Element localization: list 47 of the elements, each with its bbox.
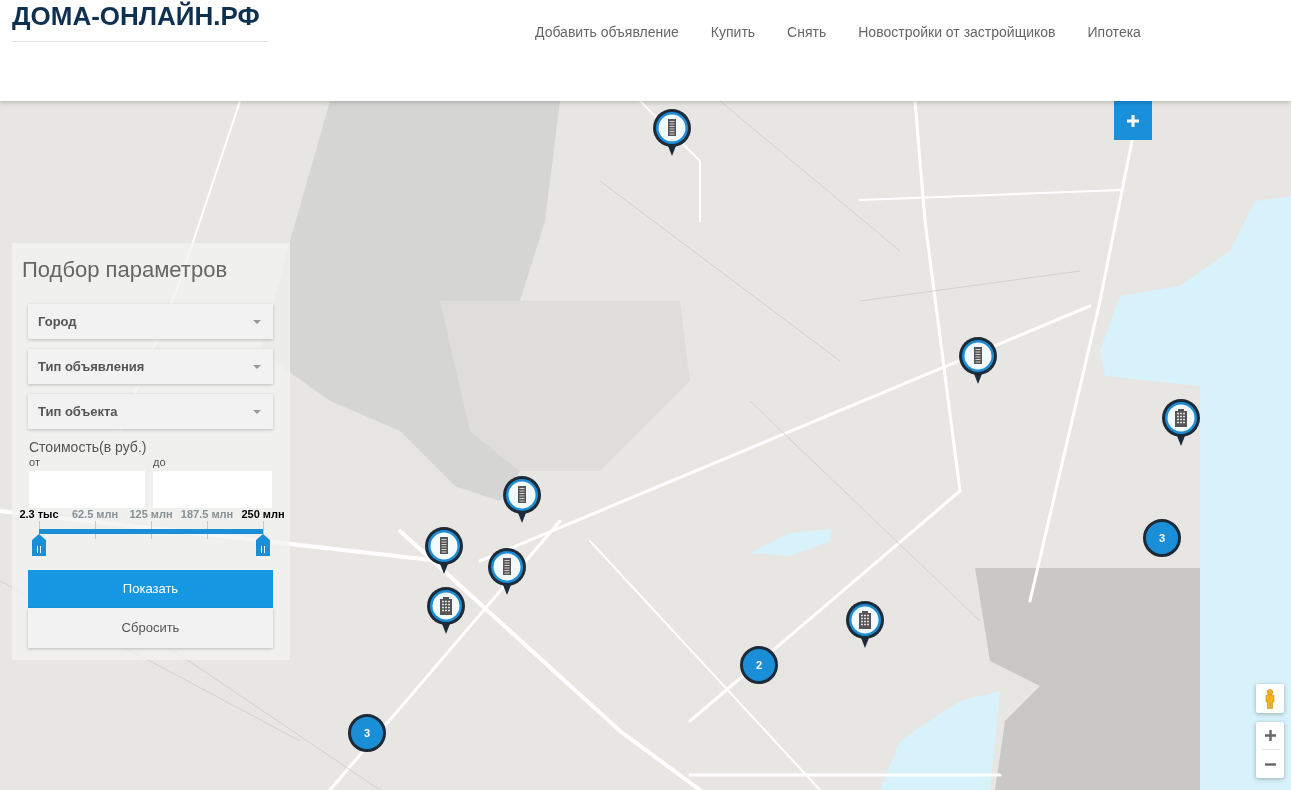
show-button[interactable]: Показать bbox=[28, 570, 273, 608]
map-pin[interactable] bbox=[487, 547, 527, 595]
price-label: Стоимость(в руб.) bbox=[29, 439, 148, 455]
plus-button[interactable] bbox=[1114, 101, 1152, 140]
map-pin[interactable] bbox=[845, 600, 885, 648]
from-label: от bbox=[29, 456, 40, 468]
building-icon bbox=[974, 347, 982, 364]
price-slider[interactable] bbox=[32, 528, 270, 556]
scale-label: 125 млн bbox=[129, 508, 173, 521]
reset-button[interactable]: Сбросить bbox=[28, 608, 273, 648]
building-icon bbox=[859, 611, 871, 629]
site-logo[interactable]: ДОМА-ОНЛАЙН.РФ bbox=[12, 1, 260, 31]
building-icon bbox=[518, 486, 526, 503]
nav-link[interactable]: Добавить объявление bbox=[535, 22, 679, 42]
scale-label: 250 млн bbox=[241, 508, 285, 521]
scale-label: 2.3 тыс bbox=[19, 508, 59, 521]
scale-label: 62.5 млн bbox=[71, 508, 119, 521]
map-pin[interactable] bbox=[652, 108, 692, 156]
nav-link[interactable]: Снять bbox=[787, 22, 827, 42]
caret-icon bbox=[253, 364, 261, 369]
map-pin[interactable] bbox=[1161, 398, 1201, 446]
slider-handle[interactable] bbox=[32, 534, 46, 556]
pegman-icon bbox=[1264, 688, 1276, 709]
slider-handle[interactable] bbox=[256, 534, 270, 556]
caret-icon bbox=[253, 319, 261, 324]
map-pin[interactable] bbox=[424, 526, 464, 574]
select-dropdown[interactable]: Тип объекта bbox=[28, 394, 273, 429]
building-icon bbox=[503, 558, 511, 575]
building-icon bbox=[1175, 409, 1187, 427]
map-pin[interactable] bbox=[426, 586, 466, 634]
plus-icon bbox=[1127, 114, 1139, 127]
select-dropdown[interactable]: Город bbox=[28, 304, 273, 339]
scale-label: 187.5 млн bbox=[180, 508, 234, 521]
building-icon bbox=[440, 537, 448, 554]
to-label: до bbox=[153, 456, 166, 468]
nav-link[interactable]: Ипотека bbox=[1087, 22, 1141, 42]
panel-title: Подбор параметров bbox=[22, 257, 229, 283]
building-icon bbox=[440, 597, 452, 615]
nav-link[interactable]: Купить bbox=[710, 22, 756, 42]
map-pin[interactable] bbox=[502, 475, 542, 523]
select-dropdown[interactable]: Тип объявления bbox=[28, 349, 273, 384]
minus-icon bbox=[1264, 762, 1276, 766]
plus-icon bbox=[1264, 730, 1276, 741]
building-icon bbox=[668, 119, 676, 136]
map-pin[interactable] bbox=[958, 336, 998, 384]
nav-link[interactable]: Новостройки от застройщиков bbox=[858, 22, 1056, 42]
caret-icon bbox=[253, 409, 261, 414]
